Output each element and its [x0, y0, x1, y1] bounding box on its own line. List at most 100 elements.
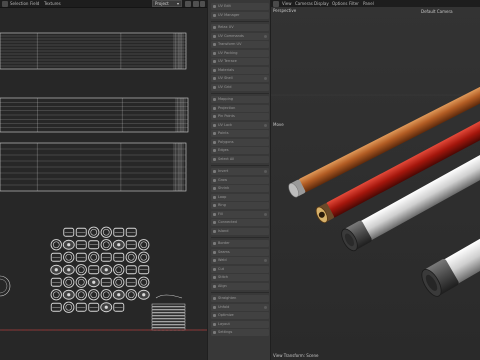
attr-item-toggle[interactable]	[264, 170, 267, 173]
uv-island-dot	[67, 293, 71, 297]
menu-textures[interactable]: Textures	[44, 0, 61, 8]
attr-item[interactable]: Connected	[211, 219, 269, 226]
attr-item[interactable]: Stitch	[211, 274, 269, 281]
uv-island	[63, 276, 75, 288]
attr-item-label: Transform UV	[218, 42, 242, 46]
uv-island-ring-inner	[77, 291, 85, 299]
attr-item[interactable]: Cut	[211, 265, 269, 273]
attr-item[interactable]: Layout	[211, 320, 269, 328]
menu-selection[interactable]: Selection	[10, 0, 28, 8]
attr-item[interactable]: UV Lock	[211, 121, 269, 129]
attr-item[interactable]: Align	[211, 282, 269, 290]
uv-island-ring	[75, 264, 87, 276]
uv-island-ring-inner	[140, 241, 148, 249]
attr-item-label: UV Manager	[218, 12, 240, 17]
viewport-scene	[271, 7, 480, 360]
attr-item-toggle[interactable]	[264, 259, 267, 262]
uv-canvas[interactable]	[0, 8, 207, 360]
viewport-3d[interactable]: View Cameras Display Options Filter Pane…	[271, 0, 480, 360]
attr-item[interactable]: Fill	[211, 210, 269, 218]
attr-item[interactable]: Straighten	[211, 295, 269, 302]
uv-mode-icon[interactable]	[2, 1, 8, 7]
uv-island-ring-inner	[102, 291, 110, 299]
uv-island-ring-inner	[90, 228, 98, 236]
attr-item[interactable]: UV Grid	[211, 83, 269, 91]
uv-island-ring	[63, 251, 75, 263]
attr-item[interactable]: UV Edit	[211, 3, 269, 10]
attr-item[interactable]: Select All	[211, 155, 269, 163]
attr-item[interactable]: UV Manager	[211, 11, 269, 19]
uv-island-ring	[75, 276, 87, 288]
camera-label[interactable]: Default Camera	[421, 9, 453, 14]
attr-item[interactable]: UV Shell	[211, 75, 269, 82]
attr-item-icon	[213, 276, 216, 279]
uv-island	[100, 277, 112, 287]
attr-item-label: UV Lock	[218, 122, 233, 127]
attr-item-icon	[213, 115, 216, 118]
attr-item[interactable]: Grow	[211, 176, 269, 184]
uv-island	[88, 240, 100, 250]
uv-island	[125, 277, 137, 287]
uv-stack-strip	[151, 312, 186, 316]
uv-island	[138, 265, 150, 275]
attr-item[interactable]: Ring	[211, 202, 269, 209]
attr-item-icon	[213, 187, 216, 190]
uv-project-dropdown[interactable]: Project ▾	[152, 0, 182, 7]
attr-item[interactable]: UV Terrace	[211, 58, 269, 65]
attr-item-label: Island	[218, 228, 229, 233]
attr-item[interactable]: Island	[211, 227, 269, 235]
attr-item-icon	[213, 26, 216, 29]
attr-item-icon	[213, 98, 216, 101]
attr-item[interactable]: UV Commands	[211, 32, 269, 40]
attr-item-toggle[interactable]	[264, 123, 267, 127]
attr-item[interactable]: Optimize	[211, 312, 269, 319]
attr-item-icon	[213, 204, 216, 207]
attr-item[interactable]: Points	[211, 130, 269, 137]
uv-tool-icon-1[interactable]	[185, 1, 191, 7]
attr-item-label: Stitch	[218, 275, 229, 279]
attr-item-label: Straighten	[218, 296, 237, 300]
uv-island-ring	[100, 289, 112, 301]
attr-item[interactable]: Transform UV	[211, 41, 269, 48]
attr-item[interactable]: UV Packing	[211, 49, 269, 57]
uv-island-ring-inner	[65, 303, 73, 311]
attr-item-toggle[interactable]	[264, 305, 267, 309]
attr-item[interactable]: Materials	[211, 66, 269, 74]
uv-stack-strip	[151, 306, 186, 310]
attr-item[interactable]: Loop	[211, 193, 269, 201]
attr-item-icon	[213, 178, 216, 182]
attr-item-label: Edges	[218, 148, 229, 152]
uv-island	[100, 252, 112, 262]
attr-item-toggle[interactable]	[264, 77, 267, 80]
attr-item-toggle[interactable]	[264, 212, 267, 216]
attr-item[interactable]: Border	[211, 240, 269, 247]
uv-island-ring	[50, 239, 62, 251]
uv-island	[63, 251, 75, 263]
attr-item[interactable]: Relax UV	[211, 24, 269, 31]
attr-item-label: Grow	[218, 177, 228, 182]
attr-item[interactable]: Invert	[211, 168, 269, 175]
attr-item[interactable]: Shrink	[211, 185, 269, 192]
attr-item-label: Select All	[218, 156, 235, 161]
uv-island-ring-inner	[77, 266, 85, 274]
attr-item[interactable]: Unfold	[211, 303, 269, 311]
attr-item-toggle[interactable]	[264, 34, 267, 38]
uv-island-dot	[104, 268, 108, 272]
attr-item[interactable]: Seams	[211, 248, 269, 256]
attr-item[interactable]: Polygons	[211, 138, 269, 146]
attr-item[interactable]: Projection	[211, 104, 269, 112]
move-label: Move	[273, 122, 284, 127]
attr-item[interactable]: Settings	[211, 329, 269, 336]
attr-item[interactable]: Pin Points	[211, 113, 269, 120]
uv-menubar: Selection Field Textures Project ▾	[0, 0, 207, 8]
uv-tool-icon-3[interactable]	[200, 1, 205, 7]
attr-item[interactable]: Edges	[211, 147, 269, 154]
uv-island-dot	[104, 305, 108, 309]
uv-island	[50, 277, 62, 287]
uv-island	[88, 289, 100, 301]
uv-island	[88, 302, 100, 312]
menu-field[interactable]: Field	[30, 0, 39, 8]
attr-item[interactable]: Weld	[211, 257, 269, 264]
uv-tool-icon-2[interactable]	[193, 1, 199, 7]
attr-item[interactable]: Mapping	[211, 96, 269, 103]
